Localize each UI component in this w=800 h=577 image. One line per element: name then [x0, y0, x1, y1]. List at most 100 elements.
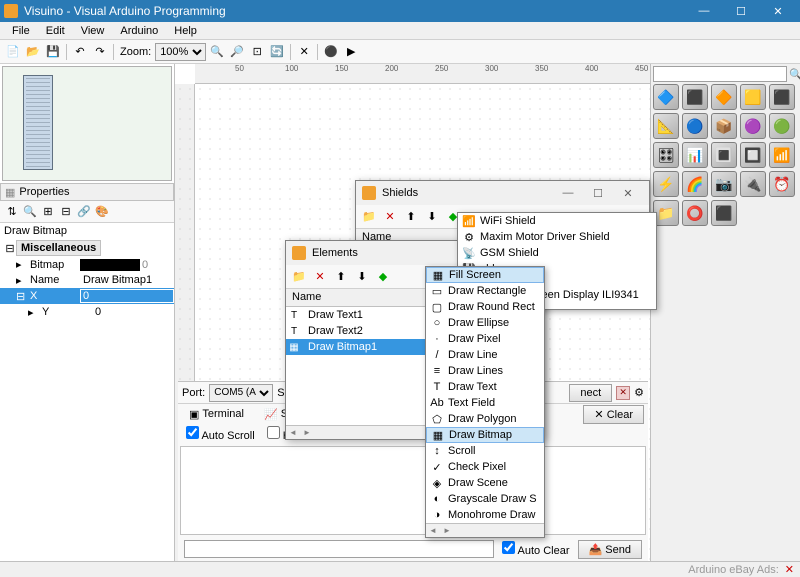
zoom-in-icon[interactable]: 🔍: [208, 43, 226, 61]
props-color-icon[interactable]: 🎨: [94, 204, 110, 220]
expand-icon[interactable]: ⊟: [4, 242, 16, 255]
palette-item[interactable]: 🔌: [740, 171, 766, 197]
dialog-minimize-icon[interactable]: —: [553, 183, 583, 203]
menu-item[interactable]: ◑Monohrome Draw: [426, 507, 544, 523]
maximize-button[interactable]: ☐: [723, 0, 759, 22]
palette-item[interactable]: ⚡: [653, 171, 679, 197]
palette-item[interactable]: 📷: [711, 171, 737, 197]
palette-item[interactable]: 🔶: [711, 84, 737, 110]
menu-item[interactable]: ✓Check Pixel: [426, 459, 544, 475]
palette-search-input[interactable]: [653, 66, 787, 82]
add-item-icon[interactable]: ◆: [374, 268, 392, 286]
menu-view[interactable]: View: [73, 23, 113, 39]
palette-item[interactable]: ⭕: [682, 200, 708, 226]
menu-item[interactable]: ▢Draw Round Rect: [426, 299, 544, 315]
scrollbar-horizontal[interactable]: [426, 523, 544, 537]
zoom-select[interactable]: 100%: [155, 43, 206, 61]
palette-item[interactable]: 🔵: [682, 113, 708, 139]
down-icon[interactable]: ⬇: [353, 268, 371, 286]
palette-item[interactable]: 🌈: [682, 171, 708, 197]
connect-button[interactable]: nect: [569, 384, 612, 402]
props-collapse-icon[interactable]: ⊟: [58, 204, 74, 220]
palette-item[interactable]: 🔳: [711, 142, 737, 168]
bitmap-preview[interactable]: [80, 259, 140, 271]
compile-icon[interactable]: ⚫: [322, 43, 340, 61]
menu-item[interactable]: /Draw Line: [426, 347, 544, 363]
zoom-fit-icon[interactable]: ⊡: [248, 43, 266, 61]
terminal-tab[interactable]: ▣ Terminal: [182, 405, 251, 424]
minimize-button[interactable]: —: [686, 0, 722, 22]
up-icon[interactable]: ⬆: [402, 208, 420, 226]
props-group-misc[interactable]: ⊟ Miscellaneous: [0, 239, 174, 257]
palette-item[interactable]: 🟨: [740, 84, 766, 110]
auto-scroll-checkbox[interactable]: Auto Scroll: [186, 426, 255, 442]
menu-arduino[interactable]: Arduino: [112, 23, 166, 39]
menu-file[interactable]: File: [4, 23, 38, 39]
remove-icon[interactable]: ✕: [381, 208, 399, 226]
down-icon[interactable]: ⬇: [423, 208, 441, 226]
menu-item[interactable]: ≡Draw Lines: [426, 363, 544, 379]
prop-row-bitmap[interactable]: ▸ Bitmap 0: [0, 257, 174, 272]
new-icon[interactable]: 📄: [4, 43, 22, 61]
menu-item[interactable]: TDraw Text: [426, 379, 544, 395]
palette-item[interactable]: 📐: [653, 113, 679, 139]
refresh-icon[interactable]: 🔄: [268, 43, 286, 61]
props-link-icon[interactable]: 🔗: [76, 204, 92, 220]
undo-icon[interactable]: ↶: [71, 43, 89, 61]
upload-icon[interactable]: ▶: [342, 43, 360, 61]
zoom-out-icon[interactable]: 🔎: [228, 43, 246, 61]
delete-icon[interactable]: ✕: [295, 43, 313, 61]
palette-item[interactable]: 🔷: [653, 84, 679, 110]
auto-clear-checkbox[interactable]: Auto Clear: [502, 541, 569, 557]
menu-item[interactable]: ⚙Maxim Motor Driver Shield: [458, 229, 656, 245]
menu-item[interactable]: ◈Draw Scene: [426, 475, 544, 491]
menu-item[interactable]: ⬠Draw Polygon: [426, 411, 544, 427]
port-select[interactable]: COM5 (A: [209, 384, 273, 402]
gear-icon[interactable]: ⚙: [634, 386, 644, 399]
open-icon[interactable]: 📂: [24, 43, 42, 61]
prop-row-y[interactable]: ▸ Y 0: [0, 304, 174, 320]
send-button[interactable]: 📤 Send: [578, 540, 642, 559]
redo-icon[interactable]: ↷: [91, 43, 109, 61]
props-expand-icon[interactable]: ⊞: [40, 204, 56, 220]
terminal-input[interactable]: [184, 540, 494, 558]
diagram-preview[interactable]: [2, 66, 172, 181]
menu-item[interactable]: ▦Fill Screen: [426, 267, 544, 283]
menu-item[interactable]: ▦Draw Bitmap: [426, 427, 544, 443]
terminal-output[interactable]: [180, 446, 646, 535]
palette-item[interactable]: 🟢: [769, 113, 795, 139]
palette-item[interactable]: 📦: [711, 113, 737, 139]
palette-item[interactable]: ⬛: [711, 200, 737, 226]
menu-item[interactable]: ▭Draw Rectangle: [426, 283, 544, 299]
menu-item[interactable]: 📡GSM Shield: [458, 245, 656, 261]
props-filter-icon[interactable]: 🔍: [22, 204, 38, 220]
remove-icon[interactable]: ✕: [311, 268, 329, 286]
menu-item[interactable]: ◐Grayscale Draw S: [426, 491, 544, 507]
disconnect-icon[interactable]: ✕: [616, 386, 630, 400]
palette-item[interactable]: 🔲: [740, 142, 766, 168]
menu-item[interactable]: ·Draw Pixel: [426, 331, 544, 347]
dialog-maximize-icon[interactable]: ☐: [583, 183, 613, 203]
search-icon[interactable]: 🔍: [789, 68, 800, 81]
menu-edit[interactable]: Edit: [38, 23, 73, 39]
props-sort-icon[interactable]: ⇅: [4, 204, 20, 220]
clear-button[interactable]: ✕ Clear: [583, 405, 644, 424]
menu-item[interactable]: ○Draw Ellipse: [426, 315, 544, 331]
add-icon[interactable]: 📁: [360, 208, 378, 226]
up-icon[interactable]: ⬆: [332, 268, 350, 286]
menu-item[interactable]: ↕Scroll: [426, 443, 544, 459]
palette-item[interactable]: ⏰: [769, 171, 795, 197]
palette-item[interactable]: 🎛: [653, 142, 679, 168]
add-icon[interactable]: 📁: [290, 268, 308, 286]
menu-item[interactable]: AbText Field: [426, 395, 544, 411]
palette-item[interactable]: ⬛: [769, 84, 795, 110]
menu-help[interactable]: Help: [166, 23, 205, 39]
dialog-close-icon[interactable]: ✕: [613, 183, 643, 203]
palette-item[interactable]: 📊: [682, 142, 708, 168]
prop-row-name[interactable]: ▸ Name Draw Bitmap1: [0, 272, 174, 288]
statusbar-close-icon[interactable]: ✕: [785, 563, 794, 576]
close-button[interactable]: ✕: [760, 0, 796, 22]
palette-item[interactable]: 📶: [769, 142, 795, 168]
menu-item[interactable]: 📶WiFi Shield: [458, 213, 656, 229]
palette-item[interactable]: ⬛: [682, 84, 708, 110]
